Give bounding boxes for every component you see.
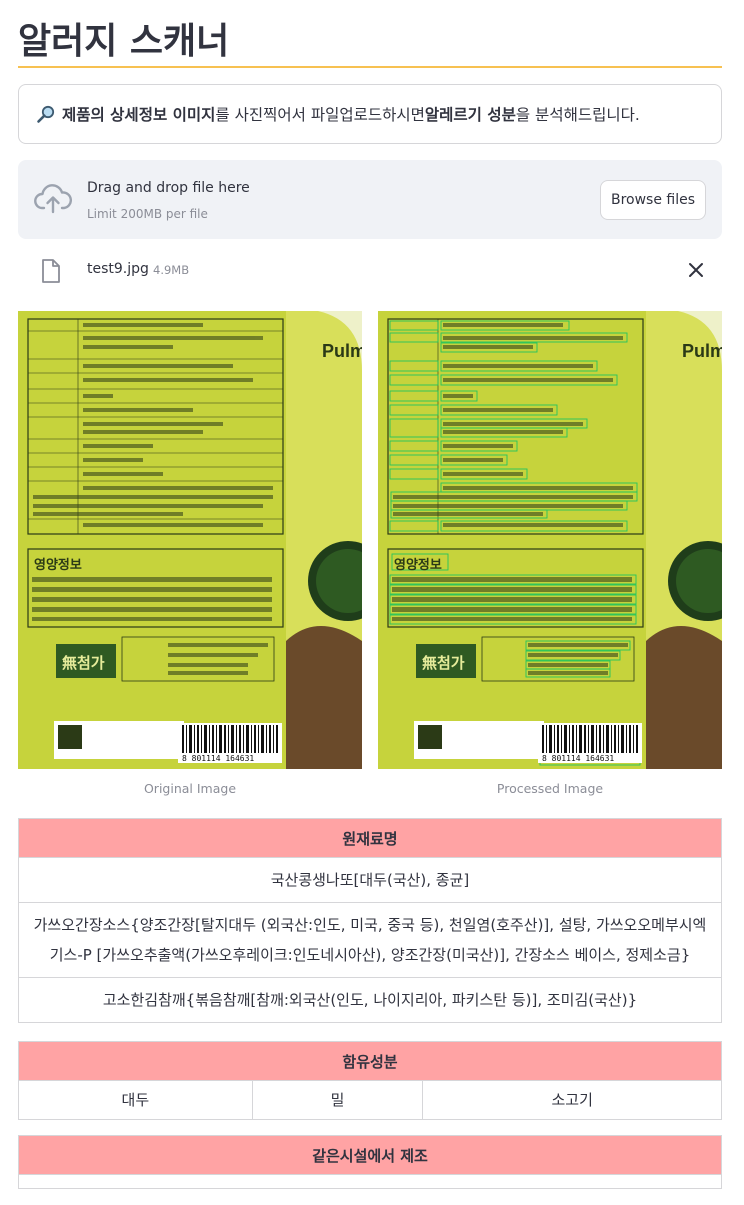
brand-text: Pulmu <box>322 341 362 361</box>
allergens-header: 함유성분 <box>18 1041 722 1081</box>
allergen-cell: 대두 <box>18 1080 253 1120</box>
raw-material-cell: 가쓰오간장소스{양조간장[탈지대두 (외국산:인도, 미국, 중국 등), 천일… <box>18 902 722 978</box>
cloud-upload-icon <box>34 184 72 214</box>
dropzone-limit: Limit 200MB per file <box>87 207 208 221</box>
uploaded-file-row: test9.jpg 4.9MB <box>18 252 722 290</box>
raw-materials-header: 원재료명 <box>18 818 722 858</box>
no-additive-mark-processed: 無첨가 <box>422 654 465 672</box>
processed-image-caption: Processed Image <box>496 781 604 796</box>
original-image-caption: Original Image <box>143 781 237 796</box>
table-row: 가쓰오간장소스{양조간장[탈지대두 (외국산:인도, 미국, 중국 등), 천일… <box>18 902 722 978</box>
file-icon <box>42 259 60 283</box>
original-image: Pulmu 영양정보 無첨가 <box>18 311 362 769</box>
same-facility-header: 같은시설에서 제조 <box>18 1135 722 1175</box>
dropzone-instructions: Drag and drop file here <box>87 180 250 196</box>
same-facility-empty-cell <box>18 1174 722 1189</box>
processed-package-photo: Pulmu <box>378 311 722 769</box>
same-facility-table: 같은시설에서 제조 <box>18 1135 722 1189</box>
brand-text-processed: Pulmu <box>682 341 722 361</box>
table-row: 대두 밀 소고기 <box>18 1080 722 1120</box>
allergens-table: 함유성분 대두 밀 소고기 <box>18 1041 722 1120</box>
title-divider <box>18 66 722 68</box>
file-dropzone[interactable]: Drag and drop file here Limit 200MB per … <box>18 160 722 239</box>
info-text-2: 을 분석해드립니다. <box>515 106 640 124</box>
table-row: 고소한김참깨{볶음참깨[참깨:외국산(인도, 나이지리아, 파키스탄 등)], … <box>18 977 722 1023</box>
uploaded-file-size: 4.9MB <box>153 263 190 277</box>
raw-material-cell: 국산콩생나또[대두(국산), 종균] <box>18 857 722 903</box>
barcode-number: 8 801114 164631 <box>182 754 254 763</box>
info-text-1: 를 사진찍어서 파일업로드하시면 <box>215 106 425 124</box>
raw-materials-table: 원재료명 국산콩생나또[대두(국산), 종균] 가쓰오간장소스{양조간장[탈지대… <box>18 818 722 1023</box>
info-bold-product: 제품의 상세정보 이미지 <box>62 106 216 124</box>
browse-files-button[interactable]: Browse files <box>600 180 706 220</box>
page-title: 알러지 스캐너 <box>18 21 230 62</box>
allergen-cell: 밀 <box>251 1080 424 1120</box>
original-package-photo: Pulmu 영양정보 無첨가 <box>18 311 362 769</box>
close-icon[interactable] <box>687 261 705 279</box>
no-additive-mark: 無첨가 <box>62 654 105 672</box>
table-row <box>18 1174 722 1189</box>
processed-image: Pulmu <box>378 311 722 769</box>
magnifier-icon <box>37 105 55 123</box>
info-bold-allergy: 알레르기 성분 <box>424 106 516 124</box>
nutrition-title: 영양정보 <box>34 557 82 573</box>
barcode-number-processed: 8 801114 164631 <box>542 754 614 763</box>
raw-material-cell: 고소한김참깨{볶음참깨[참깨:외국산(인도, 나이지리아, 파키스탄 등)], … <box>18 977 722 1023</box>
uploaded-file-name: test9.jpg <box>87 261 149 277</box>
nutrition-title-processed: 영양정보 <box>394 557 442 573</box>
table-row: 국산콩생나또[대두(국산), 종균] <box>18 857 722 903</box>
info-box: 제품의 상세정보 이미지 를 사진찍어서 파일업로드하시면 알레르기 성분 을 분석… <box>18 84 722 144</box>
allergen-cell: 소고기 <box>422 1080 722 1120</box>
